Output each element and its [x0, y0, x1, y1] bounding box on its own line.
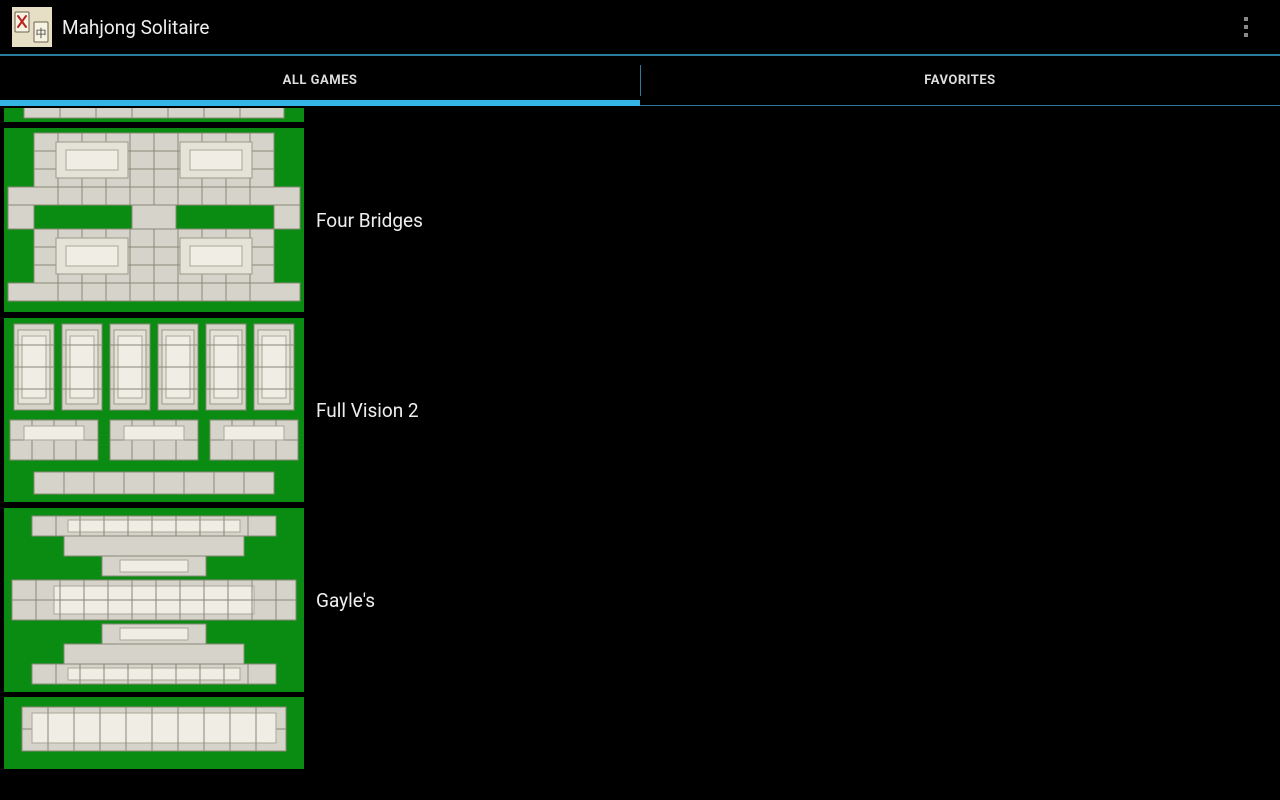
- action-bar: 中 Mahjong Solitaire: [0, 0, 1280, 56]
- list-item[interactable]: [0, 106, 1280, 126]
- list-item[interactable]: Full Vision 2: [0, 316, 1280, 506]
- tab-label: ALL GAMES: [283, 73, 358, 88]
- layout-thumbnail: [4, 318, 304, 502]
- app-icon: 中: [12, 7, 52, 47]
- app-title: Mahjong Solitaire: [62, 16, 210, 39]
- layout-thumbnail: [4, 108, 304, 122]
- layout-list[interactable]: Four Bridges: [0, 106, 1280, 800]
- layout-thumbnail: [4, 128, 304, 312]
- list-item[interactable]: Gayle's: [0, 506, 1280, 696]
- list-item[interactable]: Four Bridges: [0, 126, 1280, 316]
- layout-thumbnail: [4, 697, 304, 769]
- tab-bar: ALL GAMES FAVORITES: [0, 56, 1280, 106]
- layout-name: Four Bridges: [316, 209, 423, 232]
- overflow-menu-icon[interactable]: [1224, 5, 1268, 49]
- layout-name: Full Vision 2: [316, 399, 419, 422]
- list-item[interactable]: [0, 696, 1280, 772]
- tab-favorites[interactable]: FAVORITES: [640, 56, 1280, 105]
- layout-thumbnail: [4, 508, 304, 692]
- svg-text:中: 中: [36, 27, 47, 40]
- tab-all-games[interactable]: ALL GAMES: [0, 56, 640, 105]
- layout-name: Gayle's: [316, 589, 375, 612]
- tab-label: FAVORITES: [924, 73, 995, 88]
